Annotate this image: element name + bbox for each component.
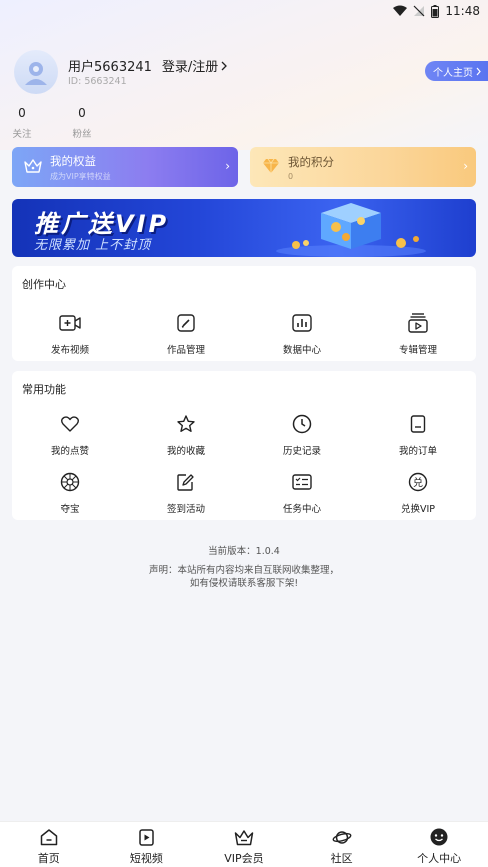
sign-in-icon [177,474,194,491]
avatar[interactable] [14,50,58,94]
video-add-icon [59,315,81,331]
following-count: 0 [18,106,26,120]
works-management-button[interactable]: 作品管理 [128,306,244,364]
my-orders-label: 我的订单 [398,446,437,457]
my-favorites-label: 我的收藏 [166,446,205,457]
my-points-card[interactable]: 我的积分 0 › [250,147,476,187]
my-points-title: 我的积分 [288,154,334,169]
exchange-vip-button[interactable]: 兑 兑换VIP [360,465,476,523]
wifi-icon [393,5,408,16]
clock-icon [292,414,312,434]
default-avatar-icon [25,62,47,85]
tab-home-label: 首页 [37,852,60,865]
common-functions-section: 常用功能 我的点赞 我的收藏 历史记录 我的订单 夺宝 签到活动 任务中心 兑 … [12,371,476,520]
personal-homepage-button[interactable]: 个人主页 [425,61,488,81]
tab-vip-label: VIP会员 [224,852,264,865]
my-favorites-button[interactable]: 我的收藏 [128,407,244,465]
section-title: 创作中心 [22,278,66,291]
no-signal-icon [413,5,425,17]
chart-icon [292,314,312,332]
album-icon [408,313,428,333]
disclaimer-line-1: 声明：本站所有内容均来自互联网收集整理， [148,565,339,576]
version-text: 当前版本：1.0.4 [208,546,280,557]
banner-subtitle: 无限累加 上不封顶 [34,238,152,253]
sign-in-activity-label: 签到活动 [166,504,205,515]
status-time: 11:48 [445,4,480,18]
my-orders-button[interactable]: 我的订单 [360,407,476,465]
profile-header: 用户5663241 登录/注册 ID: 5663241 个人主页 [14,50,488,94]
album-management-label: 专辑管理 [398,345,437,356]
gift-box-illustration [276,203,426,257]
album-management-button[interactable]: 专辑管理 [360,306,476,364]
section-title: 常用功能 [22,383,66,396]
treasure-button[interactable]: 夺宝 [12,465,128,523]
my-rights-title: 我的权益 [50,153,96,168]
login-register-link[interactable]: 登录/注册 [162,56,228,75]
data-center-label: 数据中心 [282,345,321,356]
personal-homepage-label: 个人主页 [433,67,473,79]
tab-profile-label: 个人中心 [417,852,462,865]
tab-community-label: 社区 [330,852,353,865]
publish-video-label: 发布视频 [50,345,89,356]
chevron-right-icon: › [463,159,468,173]
disclaimer-line-2: 如有侵权请联系客服下架! [189,578,299,589]
username: 用户5663241 [68,60,152,75]
status-bar: 11:48 [0,0,488,22]
following-stat[interactable]: 0 关注 [12,106,32,140]
order-icon [410,415,426,433]
tab-short-video-label: 短视频 [129,852,163,865]
app-info: 当前版本：1.0.4 声明：本站所有内容均来自互联网收集整理， 如有侵权请联系客… [0,545,488,590]
task-center-label: 任务中心 [282,504,321,515]
edit-box-icon [177,314,195,332]
my-likes-button[interactable]: 我的点赞 [12,407,128,465]
home-icon [40,828,58,845]
task-center-button[interactable]: 任务中心 [244,465,360,523]
chevron-right-icon [476,67,481,75]
short-video-icon [139,828,154,846]
works-management-label: 作品管理 [166,345,205,356]
fans-count: 0 [78,106,86,120]
star-icon [177,415,195,432]
data-center-button[interactable]: 数据中心 [244,306,360,364]
sign-in-activity-button[interactable]: 签到活动 [128,465,244,523]
chevron-right-icon: › [225,159,230,173]
publish-video-button[interactable]: 发布视频 [12,306,128,364]
tab-community[interactable]: 社区 [293,822,391,867]
treasure-label: 夺宝 [60,504,80,515]
exchange-icon: 兑 [408,472,428,492]
treasure-icon [60,472,80,492]
follow-stats: 0 关注 0 粉丝 [12,106,92,140]
tab-vip[interactable]: VIP会员 [195,822,293,867]
profile-face-icon [430,828,448,846]
my-points-value: 0 [288,171,294,181]
user-id: ID: 5663241 [68,76,127,87]
tab-home[interactable]: 首页 [0,822,98,867]
fans-label: 粉丝 [72,129,92,140]
history-button[interactable]: 历史记录 [244,407,360,465]
creator-center-section: 创作中心 发布视频 作品管理 数据中心 专辑管理 [12,266,476,361]
diamond-icon [263,158,279,173]
benefit-cards: 我的权益 成为VIP享特权益 › 我的积分 0 › [12,147,476,187]
history-label: 历史记录 [282,446,321,457]
heart-icon [61,416,79,432]
battery-icon [431,4,440,18]
promo-banner[interactable]: 推广送VIP 无限累加 上不封顶 [12,199,476,257]
task-icon [292,474,312,490]
my-rights-card[interactable]: 我的权益 成为VIP享特权益 › [12,147,238,187]
tab-profile[interactable]: 个人中心 [390,822,488,867]
tab-short-video[interactable]: 短视频 [98,822,196,867]
planet-icon [332,830,352,844]
chevron-right-icon [221,61,228,70]
login-register-label: 登录/注册 [161,60,219,75]
bottom-tab-bar: 首页 短视频 VIP会员 社区 个人中心 [0,821,488,867]
crown-icon [234,829,254,845]
crown-icon [24,159,42,173]
following-label: 关注 [12,129,32,140]
my-rights-subtitle: 成为VIP享特权益 [50,171,111,181]
my-likes-label: 我的点赞 [50,446,89,457]
fans-stat[interactable]: 0 粉丝 [72,106,92,140]
svg-text:兑: 兑 [413,476,423,489]
exchange-vip-label: 兑换VIP [400,504,436,515]
